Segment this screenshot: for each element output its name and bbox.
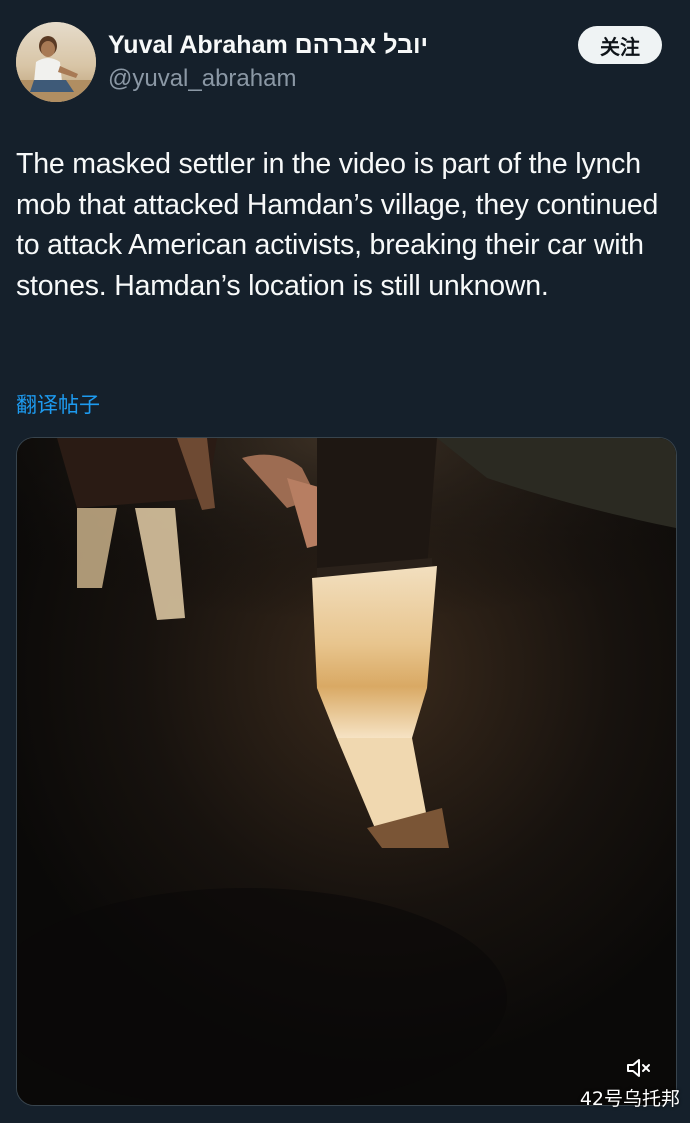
tweet-page: Yuval Abraham יובל אברהם @yuval_abraham …	[0, 0, 690, 1123]
author-display-name[interactable]: Yuval Abraham יובל אברהם	[108, 30, 428, 60]
avatar-image	[16, 22, 96, 102]
watermark-text: 42号乌托邦	[579, 1088, 680, 1110]
author-handle[interactable]: @yuval_abraham	[108, 64, 428, 94]
author-avatar[interactable]	[16, 22, 96, 102]
author-names: Yuval Abraham יובל אברהם @yuval_abraham	[108, 30, 428, 94]
video-frame	[17, 438, 676, 1105]
volume-muted-icon[interactable]	[626, 1057, 652, 1079]
translate-post-link[interactable]: 翻译帖子	[16, 391, 100, 419]
video-player[interactable]	[16, 437, 677, 1106]
follow-button[interactable]: 关注	[578, 26, 662, 64]
tweet-text: The masked settler in the video is part …	[16, 148, 659, 302]
tweet-header: Yuval Abraham יובל אברהם @yuval_abraham …	[16, 22, 662, 102]
